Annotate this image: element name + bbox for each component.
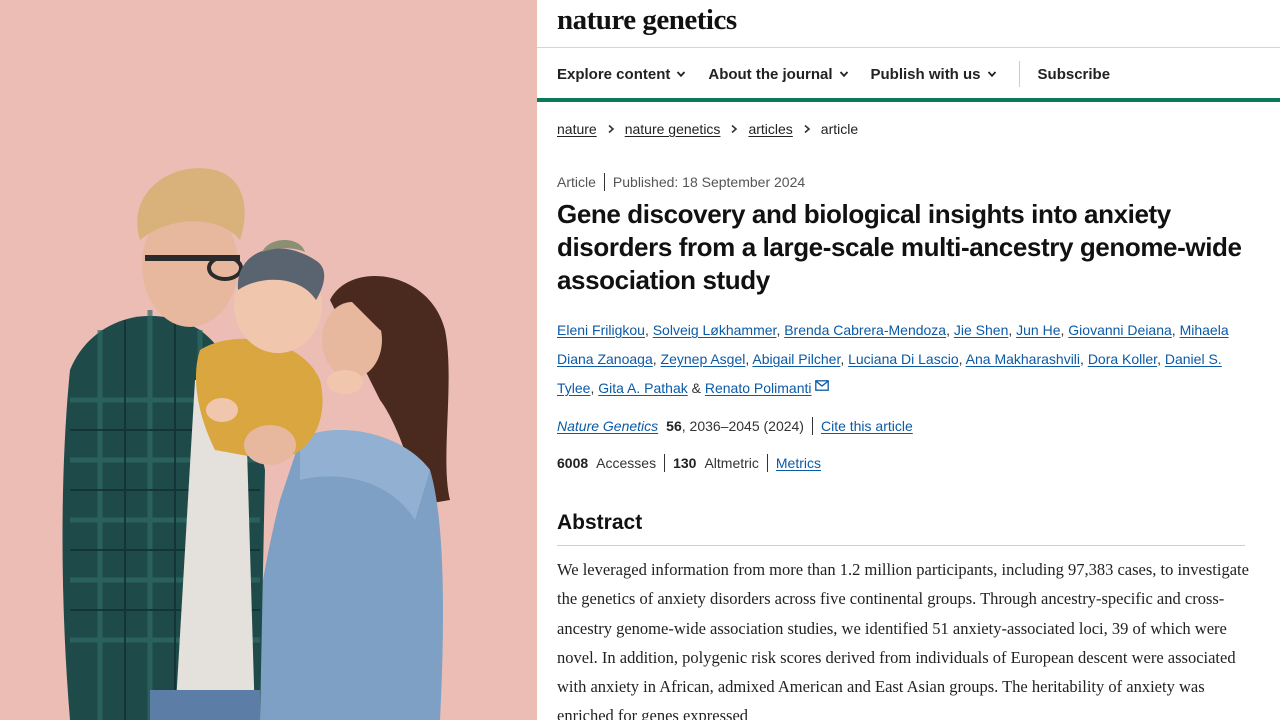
- chevron-right-icon: [804, 124, 811, 134]
- nav-divider: [1018, 61, 1020, 87]
- meta-divider: [603, 173, 605, 191]
- breadcrumb-nature-genetics[interactable]: nature genetics: [625, 121, 721, 137]
- author-link[interactable]: Brenda Cabrera-Mendoza: [784, 322, 946, 338]
- nav-subscribe[interactable]: Subscribe: [1038, 66, 1111, 83]
- published-date: Published: 18 September 2024: [612, 174, 806, 190]
- pages-year: , 2036–2045 (2024): [681, 418, 804, 434]
- accent-bar: [537, 98, 1280, 102]
- author-link[interactable]: Dora Koller: [1088, 351, 1157, 367]
- nav-explore-content[interactable]: Explore content: [557, 66, 686, 83]
- citation-divider: [811, 417, 813, 435]
- chevron-down-icon: [987, 71, 996, 78]
- author-list: Eleni Friligkou, Solveig Løkhammer, Bren…: [557, 322, 1229, 396]
- accesses-label: Accesses: [596, 455, 657, 471]
- journal-link[interactable]: Nature Genetics: [557, 418, 658, 434]
- metrics-divider: [664, 454, 666, 472]
- altmetric-label: Altmetric: [704, 455, 759, 471]
- accesses-count: 6008: [557, 455, 589, 471]
- author-link[interactable]: Gita A. Pathak: [598, 380, 688, 396]
- breadcrumb-nature[interactable]: nature: [557, 121, 597, 137]
- cite-article-link[interactable]: Cite this article: [821, 418, 913, 434]
- author-link[interactable]: Giovanni Deiana: [1068, 322, 1172, 338]
- author-link[interactable]: Eleni Friligkou: [557, 322, 645, 338]
- breadcrumb-current: article: [820, 121, 859, 137]
- metrics-link[interactable]: Metrics: [776, 455, 821, 471]
- nav-about-journal-label: About the journal: [708, 65, 833, 83]
- author-link[interactable]: Ana Makharashvili: [966, 351, 1080, 367]
- author-link[interactable]: Renato Polimanti: [705, 380, 812, 396]
- article-type: Article: [557, 174, 596, 190]
- envelope-icon[interactable]: [814, 380, 829, 391]
- family-photo: [0, 0, 537, 720]
- breadcrumb-articles[interactable]: articles: [748, 121, 792, 137]
- author-link[interactable]: Solveig Løkhammer: [653, 322, 777, 338]
- nav-publish-with-us-label: Publish with us: [870, 65, 981, 83]
- nav-subscribe-label: Subscribe: [1037, 65, 1111, 83]
- author-link[interactable]: Luciana Di Lascio: [848, 351, 959, 367]
- abstract-divider: [557, 545, 1245, 546]
- article-title: Gene discovery and biological insights i…: [557, 199, 1242, 295]
- abstract-heading: Abstract: [557, 511, 643, 534]
- author-link[interactable]: Zeynep Asgel: [661, 351, 746, 367]
- article-metrics: 6008 Accesses 130 Altmetric Metrics: [557, 454, 821, 472]
- altmetric-score: 130: [673, 455, 697, 471]
- nav-explore-content-label: Explore content: [557, 65, 671, 83]
- header-divider: [537, 47, 1280, 48]
- main-navigation: Explore content About the journal Publis…: [557, 56, 1132, 92]
- chevron-right-icon: [608, 124, 614, 134]
- article-meta: Article Published: 18 September 2024: [557, 173, 805, 191]
- chevron-down-icon: [839, 71, 848, 78]
- citation-line: Nature Genetics 56 , 2036–2045 (2024) Ci…: [557, 417, 913, 435]
- chevron-right-icon: [731, 124, 738, 134]
- article-page: nature genetics Explore content About th…: [537, 0, 1280, 720]
- author-link[interactable]: Jie Shen: [954, 322, 1008, 338]
- metrics-divider: [766, 454, 768, 472]
- author-link[interactable]: Jun He: [1016, 322, 1060, 338]
- abstract-text: We leveraged information from more than …: [557, 560, 1249, 720]
- author-link[interactable]: Abigail Pilcher: [752, 351, 840, 367]
- chevron-down-icon: [677, 71, 686, 78]
- nav-about-journal[interactable]: About the journal: [708, 66, 848, 83]
- breadcrumb: nature nature genetics articles article: [557, 121, 858, 137]
- site-logo[interactable]: nature genetics: [557, 4, 737, 40]
- nav-publish-with-us[interactable]: Publish with us: [871, 66, 997, 83]
- family-photo-illustration: [0, 0, 537, 720]
- volume-number: 56: [666, 418, 682, 434]
